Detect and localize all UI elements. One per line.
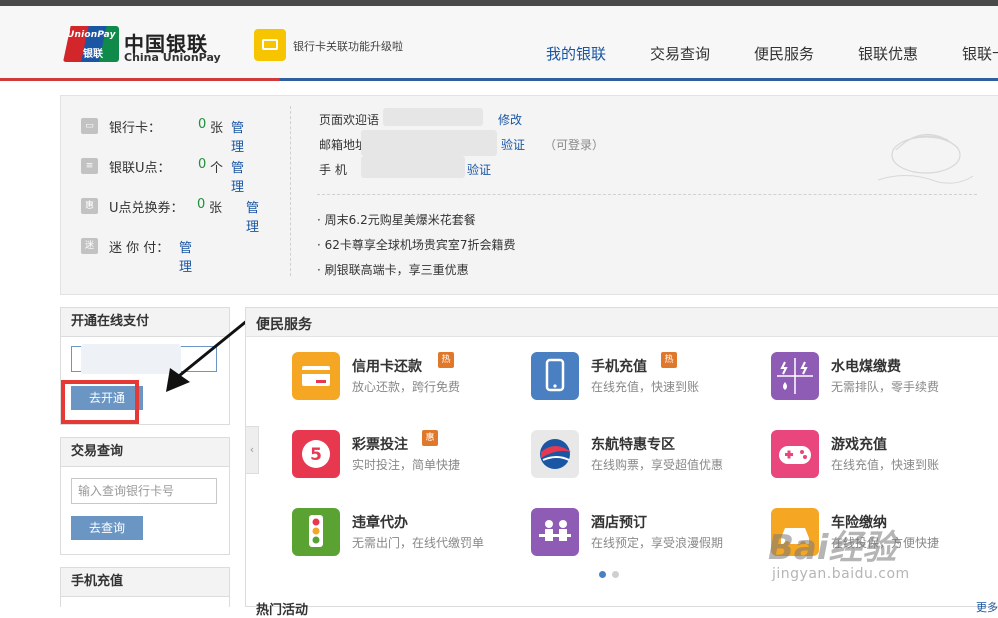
voucher-icon: 惠 [81, 198, 98, 214]
coin-icon: ≡ [81, 158, 98, 174]
voucher-count: 0 [197, 197, 206, 212]
nav-item-offers[interactable]: 银联优惠 [858, 43, 918, 64]
hotel-icon [531, 508, 579, 556]
mobile-recharge-title: 手机充值 [61, 568, 229, 597]
email-label: 邮箱地址 [319, 138, 368, 152]
service-traffic-violation[interactable]: 违章代办 无需出门，在线代缴罚单 [292, 508, 512, 564]
news-item[interactable]: · 周末6.2元购星美爆米花套餐 [317, 211, 476, 228]
service-name: 手机充值 [591, 359, 647, 375]
hot-badge: 热 [661, 352, 677, 368]
service-name: 彩票投注 [352, 437, 408, 453]
service-desc: 在线购票，享受超值优惠 [591, 458, 724, 472]
service-airline-deals[interactable]: 东航特惠专区 在线购票，享受超值优惠 [531, 430, 751, 486]
voucher-manage-link[interactable]: 管理 [246, 197, 259, 235]
credit-card-repay-icon [292, 352, 340, 400]
nav-item-cards[interactable]: 银联卡 [962, 43, 998, 64]
nav-item-my-unionpay[interactable]: 我的银联 [546, 43, 606, 64]
service-desc: 放心还款，跨行免费 [352, 380, 461, 394]
highlight-box [61, 380, 139, 424]
annotation-arrow-icon [166, 318, 249, 392]
header-divider [0, 78, 998, 81]
upgrade-notice[interactable]: 银行卡关联功能升级啦 [293, 38, 403, 54]
service-name: 信用卡还款 [352, 359, 422, 375]
more-link[interactable]: 更多 [976, 599, 998, 615]
service-name: 东航特惠专区 [591, 437, 675, 453]
account-summary-panel: ▭ 银行卡： 0 张 管理 ≡ 银联U点： 0 个 管理 惠 U点兑换券： 0 … [60, 95, 998, 295]
airline-icon [531, 430, 579, 478]
bank-card-manage-link[interactable]: 管理 [231, 117, 244, 155]
voucher-label: U点兑换券： [109, 201, 184, 216]
profile-divider [290, 106, 292, 276]
u-points-count: 0 [198, 157, 207, 172]
service-name: 酒店预订 [591, 515, 647, 531]
card-number-input[interactable]: 输入查询银行卡号 [71, 478, 217, 504]
bank-card-unit: 张 [210, 121, 224, 136]
news-divider [317, 194, 977, 195]
service-desc: 在线充值，快速到账 [831, 458, 940, 472]
service-desc: 在线充值，快速到账 [591, 380, 700, 394]
welcome-label: 页面欢迎语 [319, 113, 380, 127]
bank-card-count: 0 [198, 117, 207, 132]
service-game-recharge[interactable]: 游戏充值 在线充值，快速到账 [771, 430, 991, 486]
minipay-icon: 迷 [81, 238, 98, 254]
card-icon: ▭ [81, 118, 98, 134]
phone-recharge-icon [531, 352, 579, 400]
minipay-manage-link[interactable]: 管理 [179, 237, 192, 275]
minipay-label: 迷 你 付： [109, 241, 170, 256]
carousel-dot-active[interactable] [599, 571, 606, 578]
traffic-light-icon [292, 508, 340, 556]
decorative-hat-illustration [877, 133, 974, 184]
trade-query-title: 交易查询 [61, 438, 229, 467]
hot-activities-title: 热门活动 [256, 603, 309, 618]
masked-welcome [383, 108, 483, 126]
service-desc: 在线预定，享受浪漫假期 [591, 536, 724, 550]
utility-bill-icon [771, 352, 819, 400]
edit-welcome-link[interactable]: 修改 [498, 111, 522, 128]
service-name: 游戏充值 [831, 437, 887, 453]
lottery-icon: 5 [292, 430, 340, 478]
query-button[interactable]: 去查询 [71, 516, 143, 540]
hot-badge: 热 [438, 352, 454, 368]
unionpay-logo-icon[interactable]: UnionPay 银联 [63, 26, 119, 62]
masked-email [361, 130, 497, 156]
trade-query-panel: 交易查询 输入查询银行卡号 去查询 [60, 437, 230, 555]
service-phone-recharge[interactable]: 手机充值 热 在线充值，快速到账 [531, 352, 751, 408]
card-link-icon[interactable] [254, 29, 286, 61]
u-points-unit: 个 [210, 161, 224, 176]
mobile-recharge-panel: 手机充值 [60, 567, 230, 607]
nav-item-trade-query[interactable]: 交易查询 [650, 43, 710, 64]
brand-name-en: China UnionPay [124, 51, 221, 64]
verify-phone-link[interactable]: 验证 [467, 161, 491, 178]
service-name: 违章代办 [352, 515, 408, 531]
service-desc: 无需出门，在线代缴罚单 [352, 536, 485, 550]
service-desc: 实时投注，简单快捷 [352, 458, 461, 472]
baidu-jingyan-watermark: Bai经验 jingyan.baidu.com [768, 528, 910, 582]
service-utility-bill[interactable]: 水电煤缴费 无需排队，零手续费 [771, 352, 991, 408]
masked-phone [361, 156, 465, 178]
email-note: （可登录） [544, 138, 605, 152]
service-name: 水电煤缴费 [831, 359, 901, 375]
game-recharge-icon [771, 430, 819, 478]
news-item[interactable]: · 刷银联高端卡，享三重优惠 [317, 261, 469, 278]
news-item[interactable]: · 62卡尊享全球机场贵宾室7折会籍费 [317, 236, 516, 253]
services-title-bar [246, 308, 998, 337]
bank-card-label: 银行卡： [109, 121, 162, 136]
verify-email-link[interactable]: 验证 [501, 136, 525, 153]
service-credit-card-repay[interactable]: 信用卡还款 热 放心还款，跨行免费 [292, 352, 512, 408]
promo-badge: 惠 [422, 430, 438, 446]
carousel-dot[interactable] [612, 571, 619, 578]
voucher-unit: 张 [209, 201, 223, 216]
nav-item-convenience[interactable]: 便民服务 [754, 43, 814, 64]
u-points-manage-link[interactable]: 管理 [231, 157, 244, 195]
phone-label: 手 机 [319, 163, 347, 177]
svg-text:5: 5 [310, 445, 322, 465]
services-title: 便民服务 [256, 317, 312, 333]
service-lottery[interactable]: 5 彩票投注 惠 实时投注，简单快捷 [292, 430, 512, 486]
u-points-label: 银联U点： [109, 161, 171, 176]
service-hotel-booking[interactable]: 酒店预订 在线预定，享受浪漫假期 [531, 508, 751, 564]
service-desc: 无需排队，零手续费 [831, 380, 940, 394]
carousel-prev-button[interactable]: ‹ [245, 426, 259, 474]
